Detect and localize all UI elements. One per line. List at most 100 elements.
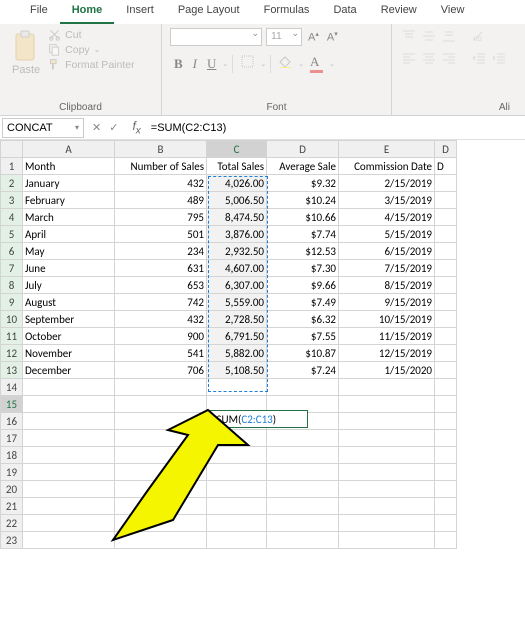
cell[interactable] (339, 498, 435, 515)
cell[interactable]: $10.24 (267, 192, 339, 209)
cell[interactable]: $9.66 (267, 277, 339, 294)
copy-button[interactable]: Copy⌄ (48, 43, 134, 56)
cell[interactable]: 742 (115, 294, 207, 311)
cell[interactable]: $10.66 (267, 209, 339, 226)
cell[interactable] (267, 379, 339, 396)
tab-view[interactable]: View (429, 0, 477, 24)
worksheet-grid[interactable]: A B C D E D 1 Month Number of Sales Tota… (0, 140, 525, 549)
row-header[interactable]: 19 (1, 464, 23, 481)
cell[interactable]: 432 (115, 311, 207, 328)
cell[interactable]: 2/15/2019 (339, 175, 435, 192)
formula-bar-input[interactable] (147, 118, 525, 138)
cell[interactable]: 900 (115, 328, 207, 345)
cell[interactable]: 9/15/2019 (339, 294, 435, 311)
cell[interactable] (435, 464, 457, 481)
cell[interactable] (207, 532, 267, 549)
cell[interactable]: July (23, 277, 115, 294)
cell[interactable]: 501 (115, 226, 207, 243)
orientation-button[interactable]: ab (470, 28, 488, 44)
active-cell-editor[interactable]: =SUM(C2:C13) (208, 410, 308, 428)
row-header[interactable]: 21 (1, 498, 23, 515)
cell[interactable]: 6,791.50 (207, 328, 267, 345)
cell[interactable] (435, 311, 457, 328)
tab-file[interactable]: File (18, 0, 60, 24)
row-header[interactable]: 3 (1, 192, 23, 209)
cell[interactable] (435, 294, 457, 311)
col-header-A[interactable]: A (23, 141, 115, 158)
decrease-indent-button[interactable] (470, 50, 488, 66)
cell[interactable] (339, 447, 435, 464)
cell[interactable]: 432 (115, 175, 207, 192)
cell[interactable] (435, 243, 457, 260)
col-header-D[interactable]: D (267, 141, 339, 158)
cell[interactable]: 5,559.00 (207, 294, 267, 311)
cell[interactable]: 234 (115, 243, 207, 260)
cell[interactable] (267, 464, 339, 481)
name-box[interactable]: CONCAT ▾ (2, 118, 84, 138)
cell[interactable] (435, 481, 457, 498)
row-header[interactable]: 16 (1, 413, 23, 430)
row-header[interactable]: 9 (1, 294, 23, 311)
cell[interactable] (339, 396, 435, 413)
col-header-F[interactable]: D (435, 141, 457, 158)
cell[interactable] (435, 532, 457, 549)
cell[interactable] (115, 379, 207, 396)
row-header[interactable]: 6 (1, 243, 23, 260)
cell[interactable]: $7.49 (267, 294, 339, 311)
cell[interactable] (115, 430, 207, 447)
row-header[interactable]: 5 (1, 226, 23, 243)
cell[interactable] (435, 192, 457, 209)
font-name-combo[interactable] (170, 28, 262, 46)
cell[interactable]: 541 (115, 345, 207, 362)
cell[interactable] (115, 464, 207, 481)
cell[interactable]: D (435, 158, 457, 175)
cell[interactable] (267, 447, 339, 464)
cell[interactable] (435, 175, 457, 192)
cell[interactable] (339, 430, 435, 447)
cell[interactable] (339, 413, 435, 430)
cell[interactable]: 4,607.00 (207, 260, 267, 277)
cell[interactable] (267, 515, 339, 532)
cell[interactable] (207, 515, 267, 532)
col-header-C[interactable]: C (207, 141, 267, 158)
cell[interactable] (23, 379, 115, 396)
cell[interactable]: $7.30 (267, 260, 339, 277)
cell[interactable] (23, 430, 115, 447)
cell[interactable] (23, 515, 115, 532)
row-header[interactable]: 1 (1, 158, 23, 175)
italic-button[interactable]: I (189, 54, 201, 74)
cell[interactable]: 7/15/2019 (339, 260, 435, 277)
cell[interactable]: 4/15/2019 (339, 209, 435, 226)
cell[interactable] (435, 362, 457, 379)
cell[interactable] (23, 447, 115, 464)
cell[interactable]: October (23, 328, 115, 345)
cell[interactable] (435, 260, 457, 277)
cell[interactable] (23, 481, 115, 498)
cell[interactable] (435, 345, 457, 362)
format-painter-button[interactable]: Format Painter (48, 58, 134, 71)
cell[interactable]: 3/15/2019 (339, 192, 435, 209)
cell[interactable] (23, 413, 115, 430)
cell[interactable]: $7.74 (267, 226, 339, 243)
cell[interactable] (23, 464, 115, 481)
cell[interactable]: 12/15/2019 (339, 345, 435, 362)
cell[interactable] (115, 481, 207, 498)
cell[interactable] (339, 464, 435, 481)
enter-formula-button[interactable]: ✓ (109, 121, 118, 134)
cell[interactable] (207, 430, 267, 447)
cell[interactable] (23, 396, 115, 413)
cell[interactable]: 795 (115, 209, 207, 226)
row-header[interactable]: 13 (1, 362, 23, 379)
cancel-formula-button[interactable]: ✕ (92, 121, 101, 134)
cell[interactable]: 5/15/2019 (339, 226, 435, 243)
cell[interactable]: September (23, 311, 115, 328)
cell[interactable]: Total Sales (207, 158, 267, 175)
select-all-corner[interactable] (1, 141, 23, 158)
row-header[interactable]: 18 (1, 447, 23, 464)
cell[interactable]: 489 (115, 192, 207, 209)
border-button[interactable] (237, 53, 258, 74)
cell[interactable] (435, 209, 457, 226)
cell[interactable] (435, 413, 457, 430)
cell[interactable] (267, 532, 339, 549)
cell[interactable]: March (23, 209, 115, 226)
